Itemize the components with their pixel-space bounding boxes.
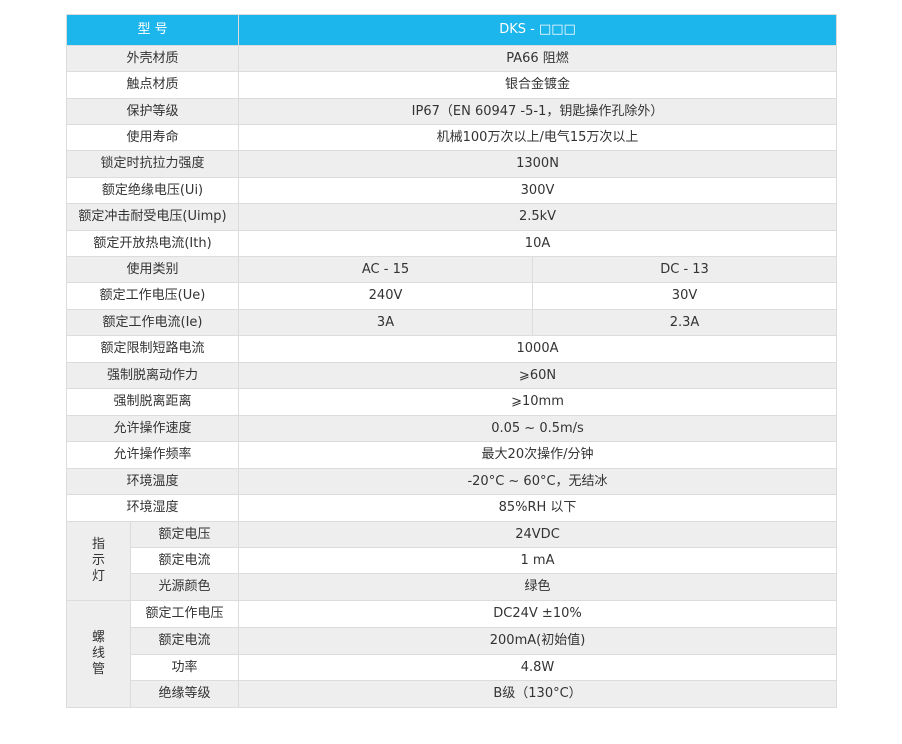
table-row: 触点材质 银合金镀金 (65, 71, 838, 99)
row-label: 额定工作电压 (129, 600, 240, 628)
table-row: 额定电流 1 mA (67, 547, 838, 574)
dc-value: 2.3A (532, 309, 838, 336)
row-value: IP67（EN 60947 -5-1，钥匙操作孔除外） (238, 98, 838, 125)
row-label: 额定电压 (129, 521, 240, 548)
group-char: 螺 (91, 630, 105, 645)
header-label: 型 号 (65, 14, 240, 46)
row-value: 85%RH 以下 (238, 494, 838, 522)
table-row: 额定冲击耐受电压(Uimp) 2.5kV (65, 203, 838, 231)
row-value: 2.5kV (238, 203, 838, 231)
row-label: 强制脱离动作力 (65, 362, 240, 389)
table-row: 锁定时抗拉力强度 1300N (65, 150, 838, 178)
table-row: 环境温度 -20°C ~ 60°C，无结冰 (65, 468, 838, 495)
row-value: ⩾10mm (238, 388, 838, 416)
indicator-group-label: 指 示 灯 (66, 521, 131, 601)
table-row: 螺 线 管 额定工作电压 DC24V ±10% (66, 600, 838, 708)
row-label: 锁定时抗拉力强度 (65, 150, 240, 178)
row-label: 额定工作电压(Ue) (65, 282, 240, 310)
table-row: 保护等级 IP67（EN 60947 -5-1，钥匙操作孔除外） (65, 98, 838, 125)
table-row: 额定限制短路电流 1000A (65, 335, 838, 363)
row-label: 额定冲击耐受电压(Uimp) (65, 203, 240, 231)
row-label: 使用寿命 (65, 124, 240, 151)
row-label: 环境湿度 (65, 494, 240, 522)
table-row: 强制脱离距离 ⩾10mm (65, 388, 838, 416)
row-value: ⩾60N (238, 362, 838, 389)
row-label: 额定开放热电流(Ith) (65, 230, 240, 257)
row-value: 最大20次操作/分钟 (238, 441, 838, 469)
group-char: 指 (91, 537, 105, 552)
table-row: 额定工作电压(Ue) 240V 30V (65, 282, 838, 310)
row-value: B级（130°C） (238, 680, 838, 708)
ac-value: AC - 15 (238, 256, 534, 283)
row-value: 24VDC (238, 521, 838, 548)
row-value: 1300N (238, 150, 838, 178)
row-label: 额定电流 (129, 547, 240, 574)
row-value: 200mA(初始值) (238, 627, 838, 655)
row-label: 允许操作频率 (65, 441, 240, 469)
row-label: 额定工作电流(Ie) (65, 309, 240, 336)
table-row: 指 示 灯 额定电压 24VDC (66, 521, 838, 601)
table-row: 额定电流 200mA(初始值) (67, 627, 838, 655)
row-label: 保护等级 (65, 98, 240, 125)
row-value: 300V (238, 177, 838, 204)
row-value: PA66 阻燃 (238, 45, 838, 72)
table-row: 外壳材质 PA66 阻燃 (65, 45, 838, 72)
solenoid-group-label: 螺 线 管 (66, 600, 131, 708)
ac-value: 3A (238, 309, 534, 336)
table-row: 绝缘等级 B级（130°C） (67, 680, 838, 708)
table-row: 允许操作频率 最大20次操作/分钟 (65, 441, 838, 469)
table-row: 光源颜色 绿色 (67, 573, 838, 601)
row-value: 机械100万次以上/电气15万次以上 (238, 124, 838, 151)
row-label: 强制脱离距离 (65, 388, 240, 416)
row-value: 银合金镀金 (238, 71, 838, 99)
table-row: 使用类别 AC - 15 DC - 13 (65, 256, 838, 283)
row-label: 使用类别 (65, 256, 240, 283)
table-row: 使用寿命 机械100万次以上/电气15万次以上 (65, 124, 838, 151)
row-label: 外壳材质 (65, 45, 240, 72)
row-value: 0.05 ~ 0.5m/s (238, 415, 838, 442)
table-row: 强制脱离动作力 ⩾60N (65, 362, 838, 389)
row-value: 1000A (238, 335, 838, 363)
dc-value: 30V (532, 282, 838, 310)
table-row: 允许操作速度 0.05 ~ 0.5m/s (65, 415, 838, 442)
group-char: 管 (91, 662, 105, 677)
row-label: 绝缘等级 (129, 680, 240, 708)
row-value: 10A (238, 230, 838, 257)
row-label: 额定限制短路电流 (65, 335, 240, 363)
ac-value: 240V (238, 282, 534, 310)
row-label: 额定电流 (129, 627, 240, 655)
row-label: 允许操作速度 (65, 415, 240, 442)
group-char: 灯 (91, 569, 105, 584)
row-value: -20°C ~ 60°C，无结冰 (238, 468, 838, 495)
row-label: 触点材质 (65, 71, 240, 99)
header-row: 型 号 DKS - □□□ (65, 14, 838, 46)
row-label: 光源颜色 (129, 573, 240, 601)
row-value: 绿色 (238, 573, 838, 601)
group-char: 线 (91, 646, 105, 661)
row-value: DC24V ±10% (238, 600, 838, 628)
spec-table: 型 号 DKS - □□□ 外壳材质 PA66 阻燃 触点材质 银合金镀金 保护… (65, 14, 838, 708)
table-row: 环境湿度 85%RH 以下 (65, 494, 838, 522)
table-row: 功率 4.8W (67, 654, 838, 681)
row-label: 环境温度 (65, 468, 240, 495)
row-value: 1 mA (238, 547, 838, 574)
header-value: DKS - □□□ (238, 14, 838, 46)
table-row: 额定工作电流(Ie) 3A 2.3A (65, 309, 838, 336)
row-label: 功率 (129, 654, 240, 681)
row-value: 4.8W (238, 654, 838, 681)
group-char: 示 (91, 553, 105, 568)
table-row: 额定开放热电流(Ith) 10A (65, 230, 838, 257)
dc-value: DC - 13 (532, 256, 838, 283)
table-row: 额定绝缘电压(Ui) 300V (65, 177, 838, 204)
row-label: 额定绝缘电压(Ui) (65, 177, 240, 204)
